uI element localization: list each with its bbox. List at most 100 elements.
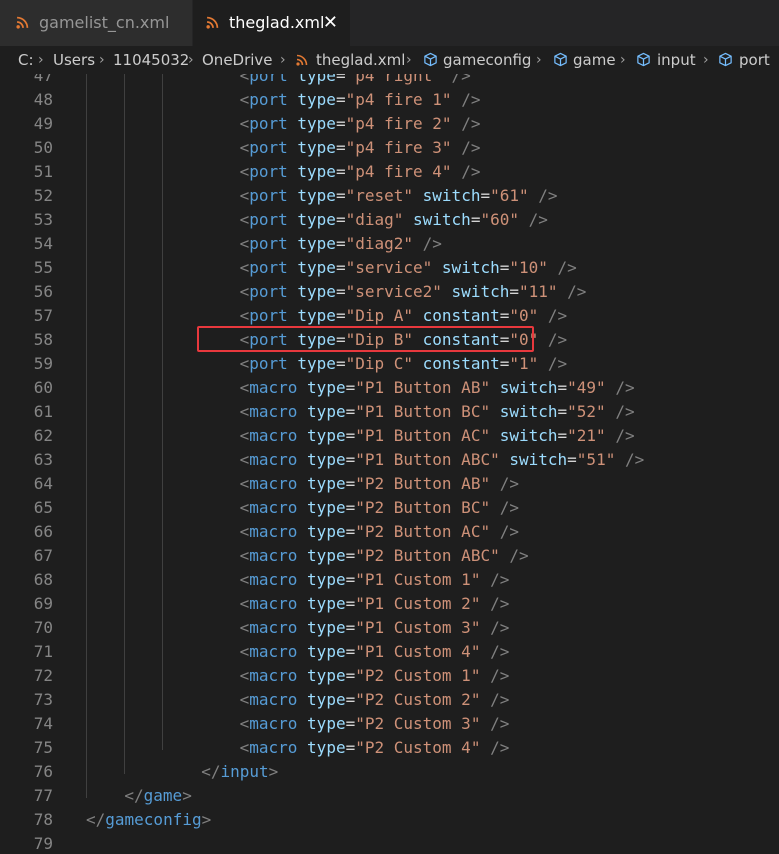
equals-sign: = (335, 234, 346, 253)
code-line[interactable]: 73 <macro type="P2 Custom 2" /> (0, 688, 779, 712)
tag-name: port (249, 282, 288, 301)
code-line[interactable]: 52 <port type="reset" switch="61" /> (0, 184, 779, 208)
code-line[interactable]: 50 <port type="p4 fire 3" /> (0, 136, 779, 160)
tag-bracket: < (239, 210, 250, 229)
equals-sign: = (335, 74, 346, 85)
tag-close: /> (615, 426, 635, 445)
breadcrumb-item-game[interactable]: game (573, 50, 616, 70)
attribute-value: "1" (509, 354, 539, 373)
attribute-value: "P2 Button BC" (355, 498, 491, 517)
code-line[interactable]: 68 <macro type="P1 Custom 1" /> (0, 568, 779, 592)
code-line[interactable]: 47 <port type="p4 right" /> (0, 74, 779, 88)
code-line[interactable]: 70 <macro type="P1 Custom 3" /> (0, 616, 779, 640)
code-line[interactable]: 51 <port type="p4 fire 4" /> (0, 160, 779, 184)
breadcrumb-item-user[interactable]: 11045032 (113, 50, 189, 70)
tag-name: macro (249, 618, 298, 637)
code-line[interactable]: 72 <macro type="P2 Custom 1" /> (0, 664, 779, 688)
equals-sign: = (345, 738, 356, 757)
attribute-name: type (307, 426, 346, 445)
symbol-element-icon (554, 52, 567, 67)
equals-sign: = (345, 474, 356, 493)
breadcrumb-item-file[interactable]: theglad.xml (316, 50, 405, 70)
attribute-value: "diag" (345, 210, 404, 229)
attribute-name: type (297, 114, 336, 133)
code-line[interactable]: 61 <macro type="P1 Button BC" switch="52"… (0, 400, 779, 424)
tag-bracket: < (239, 546, 250, 565)
code-line[interactable]: 69 <macro type="P1 Custom 2" /> (0, 592, 779, 616)
highlight-box (197, 326, 534, 352)
attribute-name: switch (499, 378, 558, 397)
code-line[interactable]: 65 <macro type="P2 Button BC" /> (0, 496, 779, 520)
code-text: <port type="p4 fire 3" /> (240, 136, 481, 160)
code-line[interactable]: 79 (0, 832, 779, 854)
code-line[interactable]: 75 <macro type="P2 Custom 4" /> (0, 736, 779, 760)
code-line[interactable]: 77 </game> (0, 784, 779, 808)
code-line[interactable]: 59 <port type="Dip C" constant="1" /> (0, 352, 779, 376)
code-text: <macro type="P1 Custom 2" /> (240, 592, 510, 616)
tag-name: macro (249, 402, 298, 421)
equals-sign: = (557, 402, 568, 421)
tag-name: macro (249, 498, 298, 517)
code-text: <macro type="P2 Button AB" /> (240, 472, 519, 496)
attribute-value: "11" (518, 282, 558, 301)
code-line[interactable]: 67 <macro type="P2 Button ABC" /> (0, 544, 779, 568)
code-line[interactable]: 76 </input> (0, 760, 779, 784)
code-line[interactable]: 49 <port type="p4 fire 2" /> (0, 112, 779, 136)
chevron-right-icon: › (406, 52, 412, 68)
code-line[interactable]: 78 </gameconfig> (0, 808, 779, 832)
code-line[interactable]: 64 <macro type="P2 Button AB" /> (0, 472, 779, 496)
attribute-name: switch (499, 402, 558, 421)
code-text: <macro type="P2 Button BC" /> (240, 496, 519, 520)
tag-close: /> (547, 354, 568, 373)
tag-name: macro (249, 426, 298, 445)
code-line[interactable]: 71 <macro type="P1 Custom 4" /> (0, 640, 779, 664)
code-line[interactable]: 53 <port type="diag" switch="60" /> (0, 208, 779, 232)
equals-sign: = (345, 618, 356, 637)
code-line[interactable]: 54 <port type="diag2" /> (0, 232, 779, 256)
breadcrumb-item-onedrive[interactable]: OneDrive (202, 50, 273, 70)
attribute-name: switch (499, 426, 558, 445)
code-line[interactable]: 63 <macro type="P1 Button ABC" switch="51… (0, 448, 779, 472)
attribute-value: "service2" (345, 282, 442, 301)
equals-sign: = (470, 210, 481, 229)
breadcrumb-item-gameconfig[interactable]: gameconfig (443, 50, 531, 70)
attribute-name: type (297, 210, 336, 229)
equals-sign: = (335, 282, 346, 301)
breadcrumb-item-drive[interactable]: C: (18, 50, 34, 70)
tag-close: /> (499, 522, 519, 541)
code-line[interactable]: 62 <macro type="P1 Button AC" switch="21"… (0, 424, 779, 448)
close-icon[interactable]: ✕ (323, 0, 338, 46)
attribute-name: type (307, 594, 346, 613)
code-line[interactable]: 60 <macro type="P1 Button AB" switch="49"… (0, 376, 779, 400)
attribute-name: type (297, 162, 336, 181)
equals-sign: = (345, 714, 356, 733)
attribute-value: "P1 Button AB" (355, 378, 491, 397)
line-number: 65 (33, 498, 53, 517)
code-line[interactable]: 48 <port type="p4 fire 1" /> (0, 88, 779, 112)
code-line[interactable]: 57 <port type="Dip A" constant="0" /> (0, 304, 779, 328)
tag-bracket: < (239, 690, 250, 709)
code-text: <port type="p4 fire 2" /> (240, 112, 481, 136)
tag-close: /> (624, 450, 645, 469)
tag-close: /> (490, 594, 510, 613)
tab-theglad[interactable]: theglad.xml ✕ (193, 0, 350, 46)
code-line[interactable]: 66 <macro type="P2 Button AC" /> (0, 520, 779, 544)
equals-sign: = (335, 306, 346, 325)
tag-bracket: < (239, 594, 250, 613)
code-editor[interactable]: 47 <port type="p4 right" /> 48 <port type="… (0, 74, 779, 854)
equals-sign: = (345, 378, 356, 397)
code-line[interactable]: 74 <macro type="P2 Custom 3" /> (0, 712, 779, 736)
code-line[interactable]: 55 <port type="service" switch="10" /> (0, 256, 779, 280)
breadcrumb-item-users[interactable]: Users (53, 50, 95, 70)
breadcrumb-item-port[interactable]: port (739, 50, 770, 70)
code-line[interactable]: 56 <port type="service2" switch="11" /> (0, 280, 779, 304)
tag-name: macro (249, 474, 298, 493)
breadcrumb-item-input[interactable]: input (657, 50, 696, 70)
attribute-name: type (307, 666, 346, 685)
line-number: 77 (33, 786, 53, 805)
tab-gamelist-cn[interactable]: gamelist_cn.xml (0, 0, 193, 46)
chevron-right-icon: › (99, 52, 105, 68)
code-text: <port type="Dip A" constant="0" /> (240, 304, 568, 328)
tag-name: port (249, 74, 288, 85)
attribute-value: "21" (567, 426, 606, 445)
